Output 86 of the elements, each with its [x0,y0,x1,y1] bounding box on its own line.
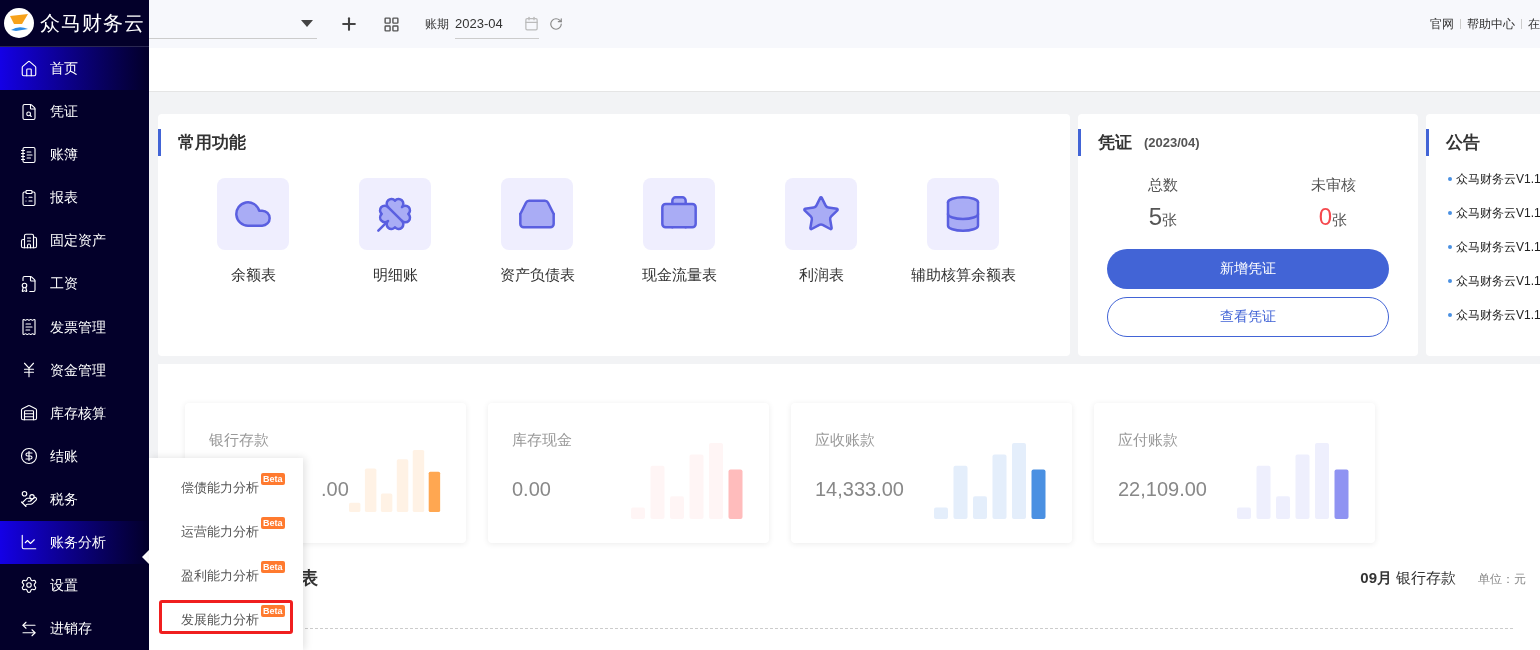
notice-link[interactable]: 众马财务云V1.1 [1456,170,1540,188]
function-shortcut[interactable]: 现金流量表 [608,178,750,287]
stat-label: 应收账款 [815,430,875,450]
notebook-icon [20,145,38,164]
bullet-icon [1448,245,1452,249]
logo-icon [4,8,34,38]
function-shortcut[interactable]: 资产负债表 [466,178,608,287]
settings-icon [20,576,38,595]
stat-amount: 0.00 [512,476,551,502]
sidebar-item[interactable]: 结账 [0,434,149,478]
stat-amount: 22,109.00 [1118,476,1207,502]
submenu-item[interactable]: 偿债能力分析 Beta [159,468,293,502]
voucher-period: (2023/04) [1144,133,1200,152]
clipboard-icon [20,188,38,207]
sidebar-item[interactable]: 进销存 [0,607,149,650]
view-voucher-button[interactable]: 查看凭证 [1107,296,1389,337]
submenu-item[interactable]: 发展能力分析 Beta [159,600,293,634]
stat-value: 5 [1148,201,1163,232]
sidebar-item[interactable]: 发票管理 [0,305,149,349]
beta-badge: Beta [261,605,285,617]
sidebar-item[interactable]: 固定资产 [0,219,149,263]
beta-badge: Beta [261,473,285,485]
stat-label: 库存现金 [512,430,572,450]
stat-label: 银行存款 [209,430,269,450]
top-link[interactable]: 官网 [1430,15,1454,33]
notice-link[interactable]: 众马财务云V1.1 [1456,306,1540,324]
document-badge-icon [20,274,38,293]
submenu-item[interactable]: 运营能力分析 Beta [159,512,293,546]
stat-unit: 张 [1162,210,1178,230]
account-label: 银行存款 [1396,568,1456,589]
sidebar-item[interactable]: 库存核算 [0,391,149,435]
top-link[interactable]: 在 [1528,15,1540,33]
beta-badge: Beta [261,517,285,529]
brand-name: 众马财务云 [40,11,145,36]
receipt-icon [20,318,38,336]
sidebar-item[interactable]: 凭证 [0,90,149,134]
beta-badge: Beta [261,561,285,573]
add-icon[interactable] [339,14,359,34]
bullet-icon [1448,211,1452,215]
stat-amount: .00 [321,476,349,502]
function-shortcut[interactable]: 余额表 [182,178,324,287]
sidebar-item[interactable]: 资金管理 [0,348,149,392]
stat-label: 未审核 [1310,175,1356,195]
bullet-icon [1448,313,1452,317]
function-shortcut[interactable]: 明细账 [324,178,466,287]
calendar-icon [524,16,539,31]
sidebar-item[interactable]: 首页 [0,47,149,91]
top-link[interactable]: 帮助中心 [1467,15,1515,33]
sidebar-item[interactable]: 账簿 [0,133,149,177]
card-title: 凭证 [1098,131,1132,154]
stat-label: 总数 [1148,175,1178,195]
add-voucher-button[interactable]: 新增凭证 [1107,248,1389,289]
line-chart-icon [20,533,38,552]
sidebar-item[interactable]: 设置 [0,563,149,607]
caret-icon [301,19,313,28]
refresh-icon[interactable] [549,17,563,31]
bullet-icon [1448,279,1452,283]
stat-label: 应付账款 [1118,430,1178,450]
bullet-icon [1448,177,1452,181]
grid-icon[interactable] [383,15,400,33]
warehouse-icon [20,404,38,423]
notice-link[interactable]: 众马财务云V1.1 [1456,238,1540,256]
period-label: 账期 [425,16,449,33]
submenu-item[interactable]: 盈利能力分析 Beta [159,556,293,590]
notice-link[interactable]: 众马财务云V1.1 [1456,204,1540,222]
card-title: 公告 [1446,131,1480,154]
building-icon [20,231,38,250]
document-search-icon [20,102,38,121]
coin-icon [20,447,38,466]
stat-value: 0 [1318,201,1333,232]
sidebar-item[interactable]: 报表 [0,176,149,220]
stat-amount: 14,333.00 [815,476,904,502]
function-shortcut[interactable]: 辅助核算余额表 [892,178,1034,287]
sidebar-item[interactable]: 税务 [0,477,149,521]
notice-link[interactable]: 众马财务云V1.1 [1456,272,1540,290]
function-shortcut[interactable]: 利润表 [750,178,892,287]
home-icon [20,59,38,78]
stat-unit: 张 [1332,210,1348,230]
card-title: 常用功能 [178,131,246,154]
month-label: 09月 [1360,568,1392,589]
period-field[interactable]: 2023-04 [455,9,539,39]
arrows-icon [20,619,38,638]
unit-label: 单位：元 [1478,570,1526,588]
hand-coins-icon [20,490,38,509]
sidebar-item[interactable]: 工资 [0,262,149,306]
sidebar-item[interactable]: 账务分析 [0,520,149,564]
